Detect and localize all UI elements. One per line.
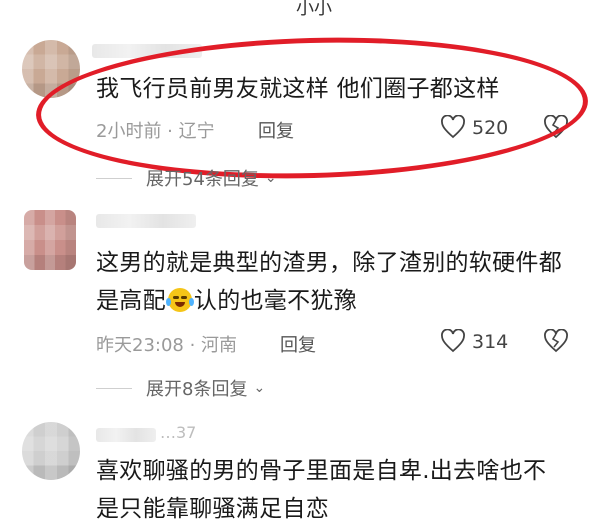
broken-heart-icon[interactable]: [543, 329, 569, 353]
comment-location: 河南: [201, 335, 238, 356]
chevron-down-icon: ⌄: [253, 380, 266, 396]
username-blurred[interactable]: [96, 214, 196, 228]
laughing-crying-emoji: [165, 288, 194, 312]
comment-time: 昨天23:08: [96, 335, 184, 356]
comment-text-line1: 喜欢聊骚的男的骨子里面是自卑.出去啥也不: [96, 458, 547, 484]
heart-icon[interactable]: [440, 329, 466, 353]
comment-text-part: 认的也毫不犹豫: [193, 288, 358, 314]
comment-meta: 昨天23:08 · 河南: [96, 331, 237, 357]
reply-button[interactable]: 回复: [280, 331, 316, 357]
comment-text-line1: 这男的就是典型的渣男，除了渣别的软硬件都: [96, 250, 562, 276]
avatar[interactable]: [22, 422, 80, 480]
meta-separator: ·: [183, 335, 202, 356]
top-text-fragment: 小小: [296, 0, 332, 19]
expand-replies[interactable]: 展开8条回复 ⌄: [96, 375, 265, 401]
username-fragment: …37: [160, 423, 197, 442]
expand-divider: [96, 177, 132, 179]
comment-text-line2: 是高配 认的也毫不犹豫: [96, 282, 357, 320]
expand-replies[interactable]: 展开54条回复 ⌄: [96, 165, 277, 191]
avatar[interactable]: [24, 210, 76, 270]
comment-text-line2: 是只能靠聊骚满足自恋: [96, 496, 329, 522]
expand-replies-label: 展开8条回复: [146, 379, 248, 400]
like-count: 314: [472, 331, 509, 353]
comment-text-part: 是高配: [96, 288, 166, 314]
chevron-down-icon: ⌄: [264, 170, 277, 186]
username-blurred[interactable]: [96, 428, 156, 442]
expand-divider: [96, 387, 132, 389]
expand-replies-label: 展开54条回复: [146, 169, 259, 190]
